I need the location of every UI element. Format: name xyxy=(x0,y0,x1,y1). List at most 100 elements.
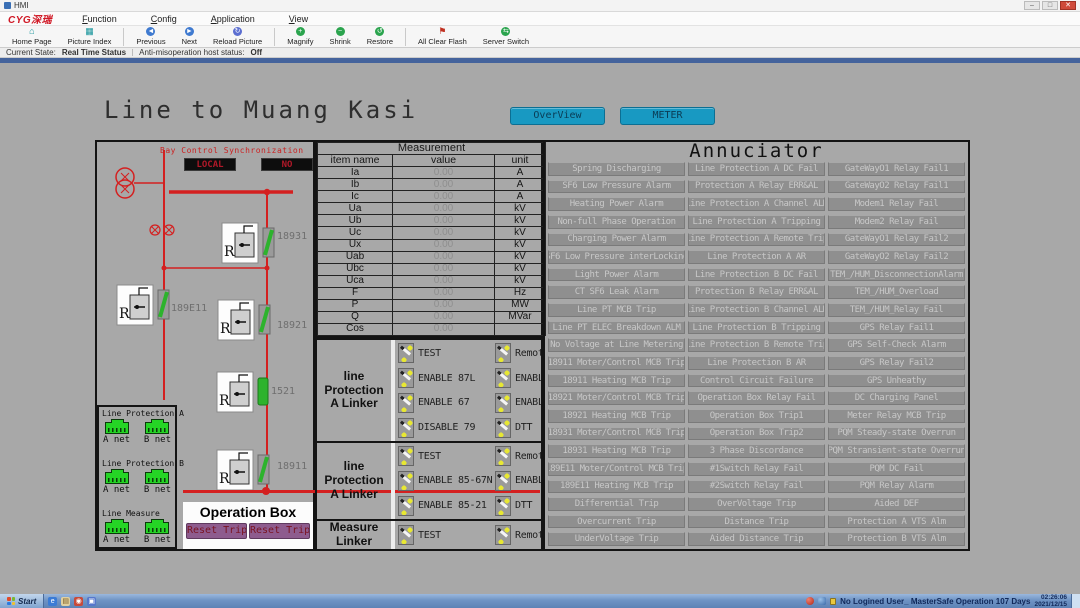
annunciator-tile[interactable]: GPS Relay Fail2 xyxy=(828,356,965,370)
annunciator-tile[interactable]: Aided Distance Trip xyxy=(688,532,825,546)
annunciator-tile[interactable]: GateWayO2 Relay Fail2 xyxy=(828,250,965,264)
annunciator-tile[interactable]: GPS Relay Fail1 xyxy=(828,321,965,335)
linker-switch-icon[interactable] xyxy=(495,496,511,516)
annunciator-tile[interactable]: Operation Box Relay Fail xyxy=(688,391,825,405)
annunciator-tile[interactable]: Control Circuit Failure xyxy=(688,374,825,388)
linker-switch-icon[interactable] xyxy=(398,368,414,388)
linker-switch-icon[interactable] xyxy=(398,525,414,545)
annunciator-tile[interactable]: TEM_/HUM_Overload xyxy=(828,285,965,299)
breaker-symbol-1521[interactable]: R xyxy=(217,372,268,412)
annunciator-tile[interactable]: #2Switch Relay Fail xyxy=(688,480,825,494)
annunciator-tile[interactable]: Line Protection B Tripping xyxy=(688,321,825,335)
annunciator-tile[interactable]: GateWayO1 Relay Fail1 xyxy=(828,162,965,176)
annunciator-tile[interactable]: Light Power Alarm xyxy=(548,268,685,282)
folder-icon[interactable]: ▤ xyxy=(61,597,70,606)
annunciator-tile[interactable]: 18931 Moter/Control MCB Trip xyxy=(548,427,685,441)
linker-switch-icon[interactable] xyxy=(495,471,511,491)
linker-switch-icon[interactable] xyxy=(495,368,511,388)
annunciator-tile[interactable]: Heating Power Alarm xyxy=(548,197,685,211)
meter-button[interactable]: METER xyxy=(620,107,715,125)
reset-trip1-button[interactable]: Reset Trip1 xyxy=(186,523,247,539)
toolbar-picture-index[interactable]: ▦Picture Index xyxy=(60,26,120,47)
annunciator-tile[interactable]: Protection A Relay ERR&AL xyxy=(688,180,825,194)
linker-switch-icon[interactable] xyxy=(398,446,414,466)
toolbar-magnify[interactable]: +Magnify xyxy=(279,26,321,47)
toolbar-server-switch[interactable]: ⇆Server Switch xyxy=(475,26,537,47)
tray-network-icon[interactable] xyxy=(818,597,826,605)
annunciator-tile[interactable]: Operation Box Trip1 xyxy=(688,409,825,423)
annunciator-tile[interactable]: Operation Box Trip2 xyxy=(688,427,825,441)
annunciator-tile[interactable]: Line Protection A DC Fail xyxy=(688,162,825,176)
annunciator-tile[interactable]: Line Protection B Channel ALM xyxy=(688,303,825,317)
annunciator-tile[interactable]: TEM_/HUM_DisconnectionAlarm xyxy=(828,268,965,282)
toolbar-previous[interactable]: ◄Previous xyxy=(128,26,173,47)
minimize-button[interactable]: – xyxy=(1024,1,1040,10)
annunciator-tile[interactable]: Line Protection B DC Fail xyxy=(688,268,825,282)
annunciator-tile[interactable]: SF6 Low Pressure Alarm xyxy=(548,180,685,194)
overview-button[interactable]: OverView xyxy=(510,107,605,125)
annunciator-tile[interactable]: Line PT MCB Trip xyxy=(548,303,685,317)
breaker-symbol-189E11[interactable]: R xyxy=(117,285,169,325)
menu-view[interactable]: View xyxy=(289,14,308,24)
annunciator-tile[interactable]: #1Switch Relay Fail xyxy=(688,462,825,476)
annunciator-tile[interactable]: SF6 Low Pressure interLocking xyxy=(548,250,685,264)
annunciator-tile[interactable]: Protection B Relay ERR&AL xyxy=(688,285,825,299)
annunciator-tile[interactable]: Protection A VTS Alm xyxy=(828,515,965,529)
annunciator-tile[interactable]: Line Protection B AR xyxy=(688,356,825,370)
linker-switch-icon[interactable] xyxy=(398,393,414,413)
annunciator-tile[interactable]: Line Protection A Remote Trip xyxy=(688,233,825,247)
annunciator-tile[interactable]: 18911 Moter/Control MCB Trip xyxy=(548,356,685,370)
annunciator-tile[interactable]: CT SF6 Leak Alarm xyxy=(548,285,685,299)
annunciator-tile[interactable]: Meter Relay MCB Trip xyxy=(828,409,965,423)
reset-trip2-button[interactable]: Reset Trip2 xyxy=(249,523,310,539)
annunciator-tile[interactable]: Line Protection A Tripping xyxy=(688,215,825,229)
annunciator-tile[interactable]: Protection B VTS Alm xyxy=(828,532,965,546)
media-icon[interactable]: ▣ xyxy=(87,597,96,606)
annunciator-tile[interactable]: Overcurrent Trip xyxy=(548,515,685,529)
annunciator-tile[interactable]: Differential Trip xyxy=(548,497,685,511)
annunciator-tile[interactable]: Line PT ELEC Breakdown ALM xyxy=(548,321,685,335)
maximize-button[interactable]: □ xyxy=(1042,1,1058,10)
annunciator-tile[interactable]: GPS Self-Check Alarm xyxy=(828,338,965,352)
toolbar-restore[interactable]: ↺Restore xyxy=(359,26,401,47)
tray-alarm-icon[interactable] xyxy=(806,597,814,605)
annunciator-tile[interactable]: GateWayO1 Relay Fail2 xyxy=(828,233,965,247)
annunciator-tile[interactable]: Modem1 Relay Fail xyxy=(828,197,965,211)
annunciator-tile[interactable]: PQM Relay Alarm xyxy=(828,480,965,494)
annunciator-tile[interactable]: OverVoltage Trip xyxy=(688,497,825,511)
annunciator-tile[interactable]: Distance Trip xyxy=(688,515,825,529)
menu-application[interactable]: Application xyxy=(211,14,255,24)
annunciator-tile[interactable]: Line Protection B Remote Trip xyxy=(688,338,825,352)
annunciator-tile[interactable]: 18931 Heating MCB Trip xyxy=(548,444,685,458)
menu-config[interactable]: Config xyxy=(151,14,177,24)
close-button[interactable]: ✕ xyxy=(1060,1,1076,10)
annunciator-tile[interactable]: 18911 Heating MCB Trip xyxy=(548,374,685,388)
toolbar-home-page[interactable]: ⌂Home Page xyxy=(4,26,60,47)
linker-switch-icon[interactable] xyxy=(495,446,511,466)
show-desktop-button[interactable] xyxy=(1071,594,1080,608)
annunciator-tile[interactable]: Non-full Phase Operation xyxy=(548,215,685,229)
linker-switch-icon[interactable] xyxy=(495,418,511,438)
shield-icon[interactable]: ◉ xyxy=(74,597,83,606)
breaker-symbol-18911[interactable]: R xyxy=(217,450,269,490)
linker-switch-icon[interactable] xyxy=(398,418,414,438)
annunciator-tile[interactable]: 189E11 Moter/Control MCB Trip xyxy=(548,462,685,476)
linker-switch-icon[interactable] xyxy=(398,471,414,491)
annunciator-tile[interactable]: No Voltage at Line Metering xyxy=(548,338,685,352)
annunciator-tile[interactable]: UnderVoltage Trip xyxy=(548,532,685,546)
annunciator-tile[interactable]: Line Protection A AR xyxy=(688,250,825,264)
toolbar-next[interactable]: ►Next xyxy=(174,26,205,47)
annunciator-tile[interactable]: Line Protection A Channel ALM xyxy=(688,197,825,211)
annunciator-tile[interactable]: 3 Phase Discordance xyxy=(688,444,825,458)
linker-switch-icon[interactable] xyxy=(398,496,414,516)
browser-icon[interactable]: e xyxy=(48,597,57,606)
annunciator-tile[interactable]: Charging Power Alarm xyxy=(548,233,685,247)
linker-switch-icon[interactable] xyxy=(495,343,511,363)
annunciator-tile[interactable]: GPS Unheathy xyxy=(828,374,965,388)
annunciator-tile[interactable]: DC Charging Panel xyxy=(828,391,965,405)
breaker-symbol-18931[interactable]: R xyxy=(222,223,274,263)
start-button[interactable]: Start xyxy=(0,594,44,608)
annunciator-tile[interactable]: TEM_/HUM_Relay Fail xyxy=(828,303,965,317)
menu-function[interactable]: Function xyxy=(82,14,117,24)
toolbar-shrink[interactable]: −Shrink xyxy=(321,26,358,47)
